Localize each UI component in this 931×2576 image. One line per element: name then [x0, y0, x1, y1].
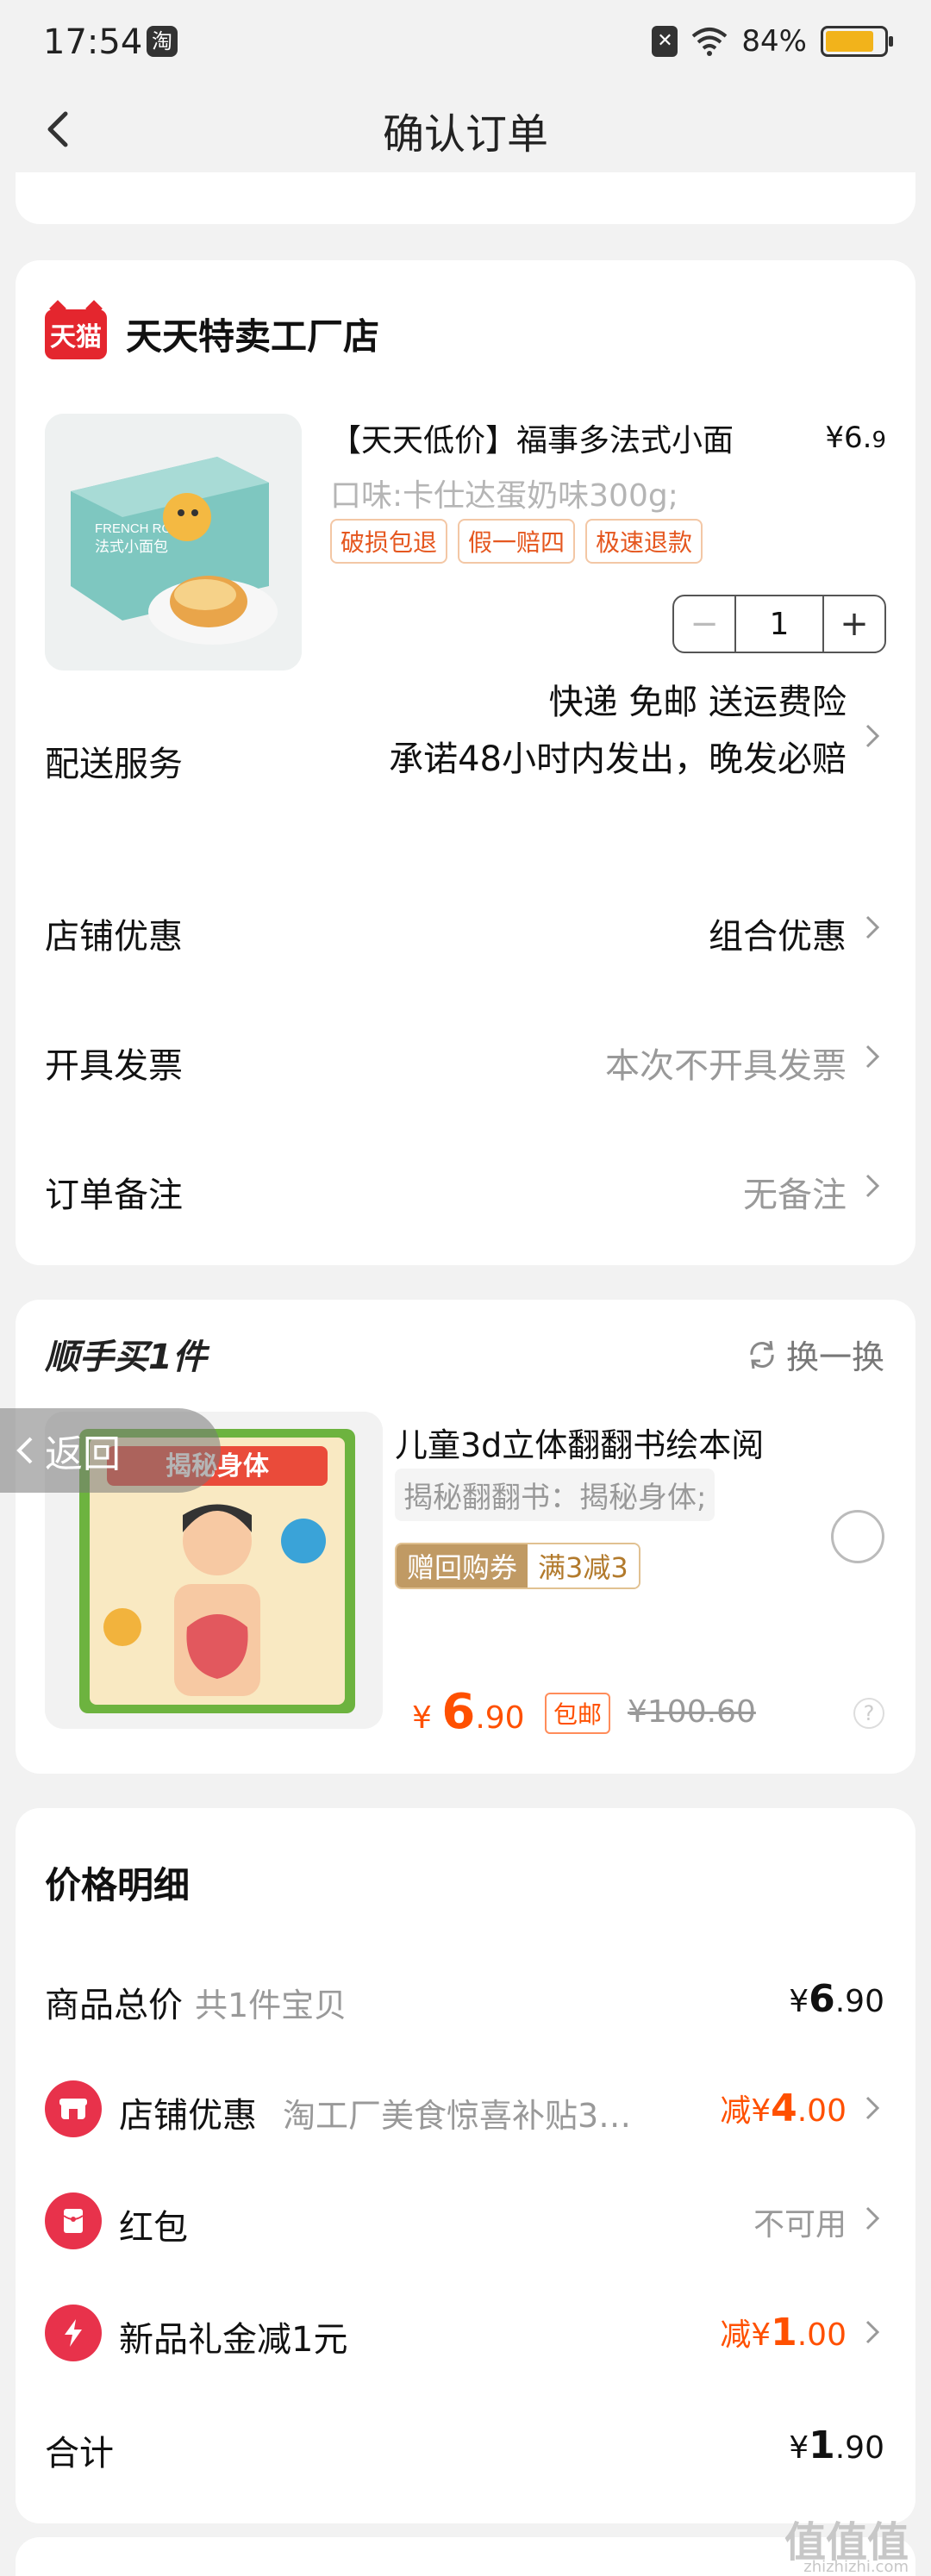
chevron-right-icon[interactable] — [860, 2091, 884, 2125]
taobao-notification-icon: 淘 — [147, 26, 178, 57]
help-icon[interactable]: ? — [853, 1698, 884, 1729]
coupon-badge: 赠回购券 满3减3 — [395, 1543, 640, 1589]
store-discount-amount[interactable]: 减¥4.00 — [720, 2086, 847, 2130]
tag-fast-refund: 极速退款 — [585, 519, 703, 564]
battery-percent: 84% — [741, 24, 807, 59]
chevron-right-icon[interactable] — [860, 719, 884, 753]
chevron-right-icon[interactable] — [860, 1039, 884, 1074]
chevron-right-icon[interactable] — [860, 2201, 884, 2236]
swap-button[interactable]: 换一换 — [745, 1331, 884, 1378]
product-sku[interactable]: 口味:卡仕达蛋奶味300g; — [330, 471, 678, 515]
store-name[interactable]: 天天特卖工厂店 — [126, 308, 379, 360]
new-product-gift-label: 新品礼金减1元 — [119, 2320, 348, 2360]
chevron-left-icon — [16, 1437, 33, 1464]
chevron-right-icon[interactable] — [860, 2315, 884, 2349]
goods-total-label: 商品总价 共1件宝贝 — [45, 1986, 347, 2025]
product-image[interactable]: FRENCH ROLL 法式小面包 — [45, 414, 302, 671]
increase-button[interactable]: + — [824, 596, 884, 652]
floating-back-label: 返回 — [45, 1432, 121, 1476]
coupon-left: 赠回购券 — [397, 1544, 528, 1587]
delivery-label: 配送服务 — [45, 745, 183, 784]
price-detail-title: 价格明细 — [45, 1864, 191, 1906]
add-on-product-title[interactable]: 儿童3d立体翻翻书绘本阅 — [395, 1419, 764, 1466]
add-on-card: 顺手买1件 换一换 揭秘身体 儿童3d立体翻翻书绘本阅 揭秘翻翻书：揭秘身体; … — [16, 1300, 915, 1774]
red-packet-value[interactable]: 不可用 — [753, 2199, 847, 2244]
price-detail-card: 价格明细 商品总价 共1件宝贝 ¥6.90 店铺优惠 淘工厂美食惊喜补贴3… 减¥… — [16, 1808, 915, 2523]
product-box-illustration: FRENCH ROLL 法式小面包 — [45, 414, 302, 671]
previous-card-edge — [16, 172, 915, 224]
new-product-gift-amount[interactable]: 减¥1.00 — [720, 2310, 847, 2355]
add-on-select-radio[interactable] — [831, 1510, 884, 1563]
next-card-edge — [16, 2537, 915, 2576]
order-note-label: 订单备注 — [45, 1176, 183, 1215]
chevron-right-icon[interactable] — [860, 1169, 884, 1203]
sum-value: ¥1.90 — [789, 2423, 884, 2467]
product-title[interactable]: 【天天低价】福事多法式小面 — [330, 415, 734, 460]
service-tags: 破损包退 假一赔四 极速退款 — [330, 519, 703, 564]
add-on-price: ¥ 6.90 — [412, 1684, 525, 1740]
coupon-right: 满3减3 — [528, 1544, 639, 1587]
status-bar: 17:54 淘 ✕ 84% — [0, 0, 931, 86]
chevron-right-icon[interactable] — [860, 910, 884, 945]
delivery-line1[interactable]: 快递 免邮 送运费险 — [549, 674, 847, 724]
watermark-sub: zhizhizhi.com — [803, 2558, 909, 2576]
add-on-title: 顺手买1件 — [45, 1338, 207, 1377]
store-header[interactable]: 天猫 天天特卖工厂店 — [45, 308, 379, 360]
original-price: ¥100.60 — [628, 1694, 756, 1730]
sim-off-icon: ✕ — [652, 26, 678, 57]
refresh-icon — [750, 1340, 774, 1369]
decrease-button[interactable]: − — [674, 596, 734, 652]
quantity-value[interactable]: 1 — [734, 596, 824, 652]
red-packet-label: 红包 — [119, 2208, 188, 2248]
invoice-value[interactable]: 本次不开具发票 — [605, 1038, 847, 1088]
lightning-icon — [45, 2305, 102, 2361]
tag-fake-compensation: 假一赔四 — [458, 519, 576, 564]
goods-total-value: ¥6.90 — [789, 1977, 884, 2021]
tag-damage-return: 破损包退 — [330, 519, 448, 564]
red-packet-icon — [45, 2192, 102, 2249]
svg-text:法式小面包: 法式小面包 — [95, 539, 168, 556]
free-shipping-badge: 包邮 — [545, 1693, 611, 1734]
wifi-icon — [692, 28, 728, 56]
swap-label: 换一换 — [785, 1338, 884, 1376]
store-discount-label: 店铺优惠 — [45, 917, 183, 957]
product-price: ¥6.9 — [825, 421, 886, 455]
store-discount-value[interactable]: 组合优惠 — [709, 908, 847, 958]
order-note-value[interactable]: 无备注 — [743, 1167, 847, 1217]
sum-label: 合计 — [45, 2434, 114, 2473]
quantity-stepper: − 1 + — [672, 595, 886, 653]
invoice-label: 开具发票 — [45, 1046, 183, 1086]
store-icon — [45, 2080, 102, 2137]
store-discount-detail-label: 店铺优惠 — [119, 2096, 257, 2136]
battery-icon — [821, 26, 893, 57]
add-on-product-sku[interactable]: 揭秘翻翻书：揭秘身体; — [395, 1469, 715, 1521]
status-right: ✕ 84% — [652, 24, 893, 59]
floating-back-button[interactable]: 返回 — [0, 1408, 221, 1493]
store-order-card: 天猫 天天特卖工厂店 FRENCH ROLL 法式小面包 【天天低价】福事多法式… — [16, 260, 915, 1265]
status-time: 17:54 — [43, 22, 143, 62]
tmall-logo: 天猫 — [45, 309, 107, 359]
store-discount-detail-sub[interactable]: 淘工厂美食惊喜补贴3… — [283, 2089, 631, 2136]
page-title: 确认订单 — [382, 110, 548, 159]
delivery-line2[interactable]: 承诺48小时内发出，晚发必赔 — [389, 731, 847, 781]
